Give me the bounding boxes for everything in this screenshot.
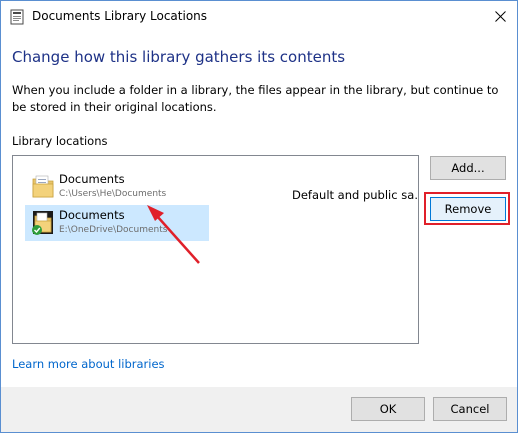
- location-path: E:\OneDrive\Documents: [59, 225, 168, 235]
- close-icon: [494, 11, 506, 22]
- location-status: Default and public sav...: [292, 188, 419, 202]
- location-item-c-documents[interactable]: Documents C:\Users\He\Documents Default …: [25, 169, 418, 205]
- library-locations-dialog: Documents Library Locations Change how t…: [0, 0, 518, 433]
- library-locations-label: Library locations: [12, 134, 108, 148]
- learn-more-link[interactable]: Learn more about libraries: [12, 357, 165, 371]
- close-button[interactable]: [483, 1, 517, 32]
- cancel-button[interactable]: Cancel: [433, 397, 507, 421]
- window-title: Documents Library Locations: [32, 9, 208, 23]
- location-name: Documents: [59, 208, 125, 222]
- onedrive-folder-icon: [32, 211, 53, 235]
- library-icon: [10, 9, 24, 25]
- dialog-heading: Change how this library gathers its cont…: [12, 48, 346, 66]
- library-locations-list[interactable]: Documents C:\Users\He\Documents Default …: [12, 155, 419, 344]
- location-item-e-onedrive-documents[interactable]: Documents E:\OneDrive\Documents: [25, 205, 209, 241]
- folder-icon: [32, 175, 54, 198]
- location-name: Documents: [59, 172, 125, 186]
- remove-button[interactable]: Remove: [430, 197, 506, 221]
- dialog-description: When you include a folder in a library, …: [12, 83, 499, 114]
- title-bar: Documents Library Locations: [1, 1, 517, 32]
- add-button[interactable]: Add...: [430, 156, 506, 180]
- ok-button[interactable]: OK: [351, 397, 425, 421]
- location-path: C:\Users\He\Documents: [59, 189, 167, 199]
